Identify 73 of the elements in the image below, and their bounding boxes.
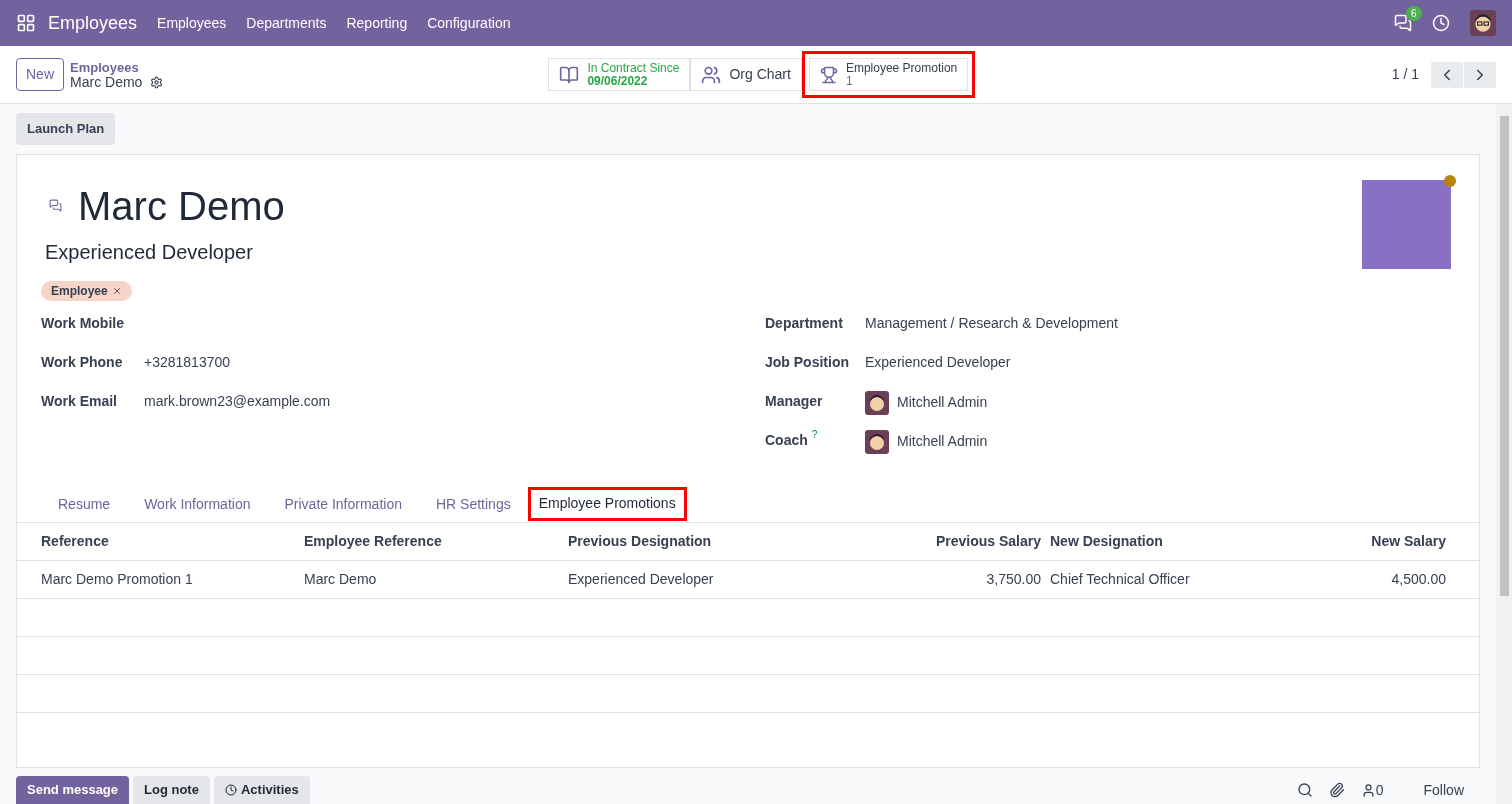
column-header[interactable]: New Designation [1050, 530, 1290, 552]
column-header[interactable]: Previous Designation [568, 530, 832, 552]
table-cell-text: Chief Technical Officer [1050, 569, 1191, 589]
field-label: Job Position [765, 352, 849, 372]
tag-chip: Employee [41, 280, 132, 301]
people-icon [701, 64, 722, 85]
launch-plan-button[interactable]: Launch Plan [16, 113, 116, 145]
book-icon [559, 64, 580, 85]
person-icon[interactable] [1360, 782, 1376, 798]
chatter-button[interactable]: Activities [213, 776, 310, 804]
user-avatar [1470, 10, 1496, 36]
stat-button[interactable]: Employee Promotion 1 [808, 58, 969, 91]
message-count-badge: 6 [1406, 6, 1422, 21]
messages-icon[interactable] [1394, 14, 1412, 32]
table-cell-text: Marc Demo Promotion 1 [41, 569, 194, 589]
column-header[interactable]: Previous Salary [832, 530, 1050, 552]
job-title: Experienced Developer [45, 239, 254, 265]
table-cell-text: Experienced Developer [568, 569, 715, 589]
new-button[interactable]: New [16, 58, 64, 91]
table-row[interactable]: Marc Demo Promotion 1 Marc Demo Experienced Developer 3,750.00 Chief Technical Officer 4,500.00 [17, 560, 1479, 599]
stat-value: 1 [845, 74, 853, 88]
field-value[interactable]: +3281813700 [144, 351, 231, 373]
apps-menu-icon[interactable] [16, 13, 36, 33]
stat-label: Employee Promotion [845, 61, 958, 75]
search-icon[interactable] [1296, 782, 1313, 798]
field-label: Manager [765, 391, 823, 411]
column-header[interactable]: Reference [41, 530, 304, 552]
field-label: Work Phone [41, 352, 124, 372]
field-value[interactable]: Experienced Developer [865, 351, 1011, 373]
chatter-button[interactable]: Log note [133, 776, 210, 804]
previous-button[interactable] [1431, 61, 1463, 88]
follower-count: 0 [1375, 780, 1384, 800]
form-tab[interactable]: Private Information [267, 487, 419, 522]
nav-menu-item[interactable]: Configuration [427, 12, 511, 34]
table-cell-text: 4,500.00 [1390, 569, 1447, 589]
stat-button[interactable]: Org Chart [690, 58, 802, 91]
chat-icon[interactable] [49, 199, 62, 212]
help-mark[interactable]: ? [811, 429, 818, 440]
field-value[interactable]: Management / Research & Development [865, 312, 1118, 334]
field-value[interactable]: mark.brown23@example.com [144, 390, 331, 412]
clock-icon [224, 784, 237, 796]
remove-icon[interactable] [111, 285, 122, 296]
stat-label: Org Chart [729, 68, 791, 81]
field-label: Work Email [41, 391, 118, 411]
activity-clock-icon[interactable] [1432, 14, 1450, 32]
field-value[interactable]: Mitchell Admin [897, 392, 988, 413]
breadcrumb-link[interactable]: Employees [70, 59, 164, 75]
field-label: Department [765, 313, 843, 333]
column-header[interactable]: Employee Reference [304, 530, 568, 552]
nav-menu-item[interactable]: Employees [157, 12, 227, 34]
form-tab[interactable]: Resume [41, 487, 128, 522]
stat-value: 09/06/2022 [587, 74, 649, 88]
nav-menu-item[interactable]: Reporting [346, 12, 408, 34]
table-cell-text: Marc Demo [304, 569, 378, 589]
paperclip-icon[interactable] [1328, 782, 1345, 798]
field-label: Coach [765, 430, 808, 450]
trophy-icon [819, 65, 838, 84]
form-tab[interactable]: Work Information [127, 487, 268, 522]
follow-button[interactable]: Follow [1423, 779, 1464, 801]
pager-text: 1 / 1 [1391, 65, 1419, 84]
stat-label: In Contract Since [587, 61, 680, 75]
chatter-button[interactable]: Send message [16, 776, 130, 804]
form-tab[interactable]: HR Settings [419, 487, 528, 522]
next-button[interactable] [1464, 61, 1496, 88]
employee-name: Marc Demo [78, 182, 285, 230]
settings-icon[interactable] [150, 75, 164, 89]
table-cell-text: 3,750.00 [985, 569, 1042, 589]
field-value[interactable]: Mitchell Admin [897, 431, 988, 452]
app-title[interactable]: Employees [48, 9, 138, 37]
column-header[interactable]: New Salary [1290, 530, 1455, 552]
record-name: Marc Demo [70, 74, 143, 90]
field-label: Work Mobile [41, 313, 125, 333]
nav-menu-item[interactable]: Departments [246, 12, 327, 34]
